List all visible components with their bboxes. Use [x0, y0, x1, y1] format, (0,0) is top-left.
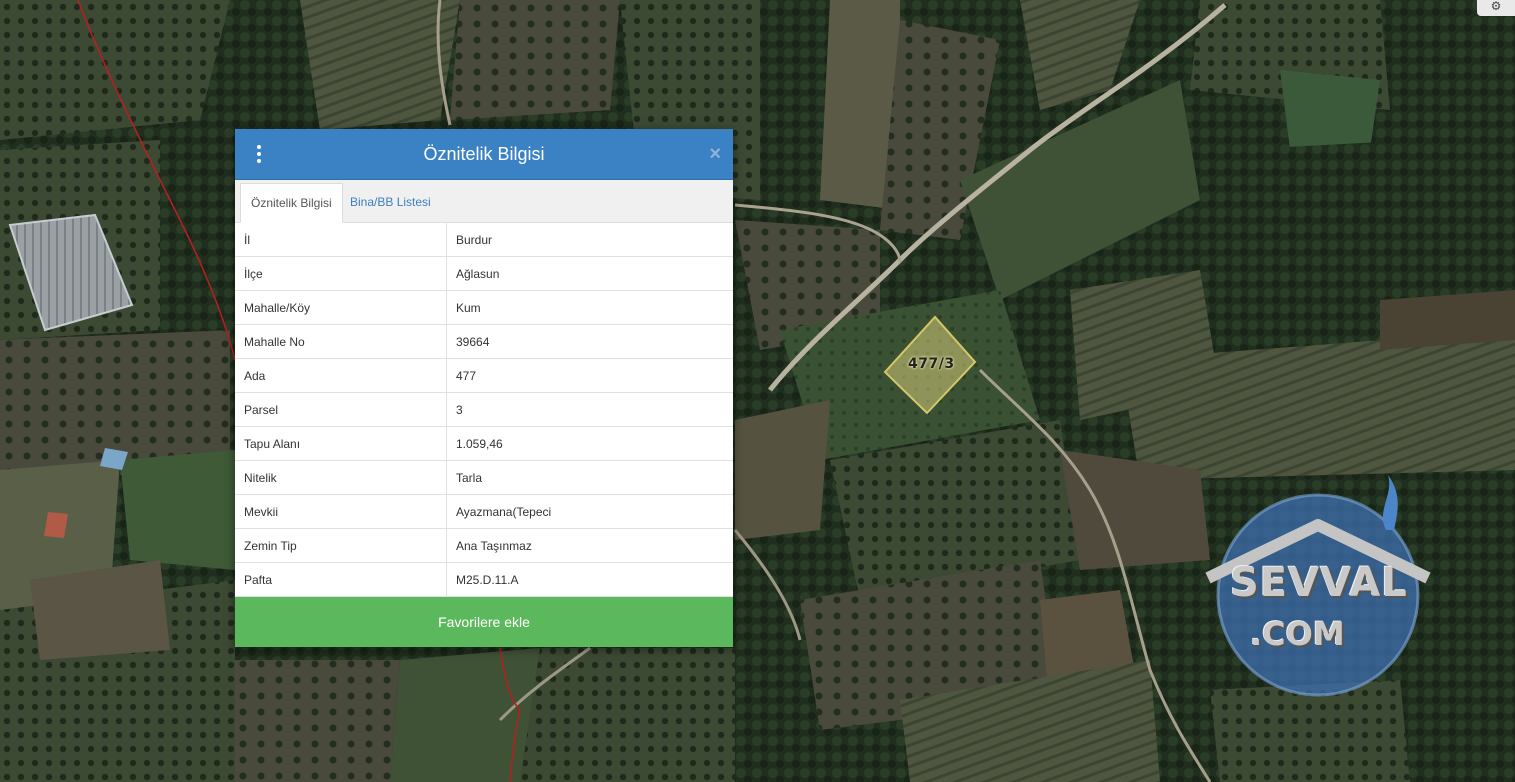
row-key: Tapu Alanı	[235, 426, 447, 461]
row-value: Kum	[446, 290, 733, 325]
watermark-text: SEVVAL	[1230, 560, 1408, 606]
tab-building-list[interactable]: Bina/BB Listesi	[340, 183, 441, 221]
parcel-label[interactable]: 477/3	[908, 356, 955, 372]
table-row: Parsel 3	[235, 392, 733, 427]
table-row: Tapu Alanı 1.059,46	[235, 426, 733, 461]
satellite-map[interactable]: 477/3 SEVVAL .COM ⚙	[0, 0, 1515, 782]
watermark-text-domain: .COM	[1250, 615, 1345, 653]
row-key: Mevkii	[235, 494, 447, 529]
row-value: Ana Taşınmaz	[446, 528, 733, 563]
row-value: Tarla	[446, 460, 733, 495]
gear-icon[interactable]: ⚙	[1477, 0, 1515, 16]
row-value: Burdur	[446, 223, 733, 257]
table-row: Mevkii Ayazmana(Tepeci	[235, 494, 733, 529]
row-value: 1.059,46	[446, 426, 733, 461]
row-key: Pafta	[235, 562, 447, 597]
row-key: Nitelik	[235, 460, 447, 495]
row-key: Parsel	[235, 392, 447, 427]
row-value: M25.D.11.A	[446, 562, 733, 597]
table-row: Mahalle No 39664	[235, 324, 733, 359]
table-row: İl Burdur	[235, 223, 733, 257]
row-value: Ayazmana(Tepeci	[446, 494, 733, 529]
tab-attribute-info[interactable]: Öznitelik Bilgisi	[240, 183, 343, 223]
row-value: Ağlasun	[446, 256, 733, 291]
table-row: Mahalle/Köy Kum	[235, 290, 733, 325]
row-key: Mahalle No	[235, 324, 447, 359]
row-value: 39664	[446, 324, 733, 359]
table-row: Pafta M25.D.11.A	[235, 562, 733, 597]
attribute-info-dialog: Öznitelik Bilgisi × Öznitelik Bilgisi Bi…	[235, 129, 733, 647]
row-key: İlçe	[235, 256, 447, 291]
table-row: Nitelik Tarla	[235, 460, 733, 495]
dialog-title: Öznitelik Bilgisi	[423, 144, 545, 164]
row-value: 477	[446, 358, 733, 393]
attribute-table: İl Burdur İlçe Ağlasun Mahalle/Köy Kum M…	[235, 223, 733, 597]
row-key: İl	[235, 223, 447, 257]
row-value: 3	[446, 392, 733, 427]
table-row: İlçe Ağlasun	[235, 256, 733, 291]
row-key: Ada	[235, 358, 447, 393]
row-key: Mahalle/Köy	[235, 290, 447, 325]
dialog-tabs: Öznitelik Bilgisi Bina/BB Listesi	[235, 180, 733, 223]
table-row: Ada 477	[235, 358, 733, 393]
row-key: Zemin Tip	[235, 528, 447, 563]
table-row: Zemin Tip Ana Taşınmaz	[235, 528, 733, 563]
close-icon[interactable]: ×	[709, 143, 721, 166]
add-to-favorites-button[interactable]: Favorilere ekle	[235, 597, 733, 647]
dialog-header: Öznitelik Bilgisi ×	[235, 129, 733, 180]
